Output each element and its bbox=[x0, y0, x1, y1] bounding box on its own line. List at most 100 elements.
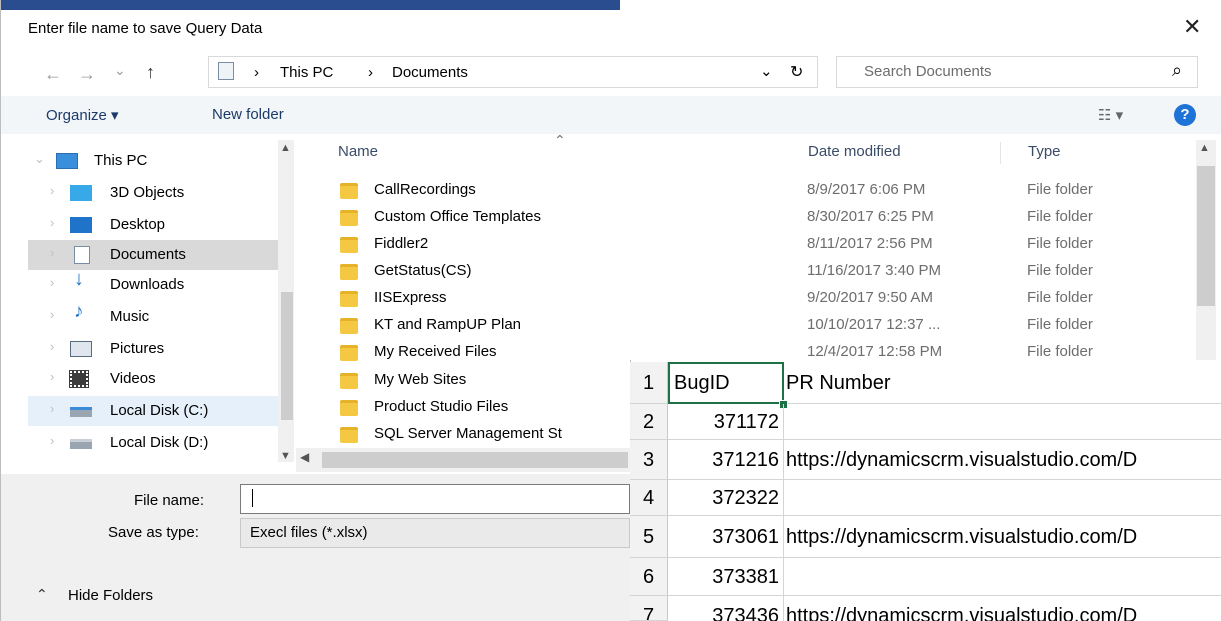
sidebar-item-label: Local Disk (D:) bbox=[110, 434, 209, 451]
list-item[interactable]: Custom Office Templates 8/30/2017 6:25 PM… bbox=[340, 206, 1200, 233]
file-date: 8/11/2017 2:56 PM bbox=[807, 235, 933, 252]
row-header[interactable]: 4 bbox=[630, 480, 668, 516]
folder-icon bbox=[340, 183, 358, 199]
scroll-down-icon[interactable]: ▼ bbox=[280, 450, 291, 462]
row-header[interactable]: 3 bbox=[630, 440, 668, 480]
file-name: CallRecordings bbox=[374, 181, 476, 198]
address-dropdown-icon[interactable]: ⌄ bbox=[760, 62, 773, 80]
column-header-type[interactable]: Type bbox=[1028, 143, 1061, 160]
cell-b[interactable] bbox=[784, 480, 1221, 516]
sidebar-item-3d-objects[interactable]: › 3D Objects bbox=[28, 178, 294, 208]
sidebar-item-documents[interactable]: › Documents bbox=[28, 240, 294, 270]
cell-a[interactable]: 373436 bbox=[668, 596, 784, 621]
cell-a1[interactable]: BugID bbox=[668, 362, 784, 404]
scroll-up-icon[interactable]: ▲ bbox=[280, 142, 291, 154]
new-folder-button[interactable]: New folder bbox=[212, 106, 284, 123]
sidebar-item-pictures[interactable]: › Pictures bbox=[28, 334, 294, 364]
organize-button[interactable]: Organize ▾ bbox=[46, 106, 119, 124]
cell-b[interactable]: https://dynamicscrm.visualstudio.com/D bbox=[784, 440, 1221, 480]
chevron-right-icon[interactable]: › bbox=[50, 339, 54, 354]
cell-b[interactable]: https://dynamicscrm.visualstudio.com/D bbox=[784, 596, 1221, 621]
file-list-scrollbar-thumb[interactable] bbox=[1197, 166, 1215, 306]
view-options-button[interactable]: ☷ ▾ bbox=[1098, 106, 1123, 124]
file-name-input[interactable] bbox=[240, 484, 630, 514]
cell-b1[interactable]: PR Number bbox=[784, 362, 1221, 404]
file-type: File folder bbox=[1027, 181, 1093, 198]
chevron-up-icon[interactable]: ⌃ bbox=[36, 586, 48, 603]
chevron-right-icon[interactable]: › bbox=[50, 401, 54, 416]
cell-a[interactable]: 371216 bbox=[668, 440, 784, 480]
forward-arrow-icon[interactable]: → bbox=[78, 64, 96, 85]
sidebar-item-label: Documents bbox=[110, 246, 186, 263]
cell-a[interactable]: 371172 bbox=[668, 404, 784, 440]
drive-icon bbox=[70, 439, 92, 449]
file-name: KT and RampUP Plan bbox=[374, 316, 522, 333]
sidebar-item-downloads[interactable]: › ↓ Downloads bbox=[28, 268, 294, 300]
file-date: 9/20/2017 9:50 AM bbox=[807, 289, 933, 306]
folder-icon bbox=[340, 264, 358, 280]
sidebar-item-desktop[interactable]: › Desktop bbox=[28, 210, 294, 240]
cell-a[interactable]: 372322 bbox=[668, 480, 784, 516]
breadcrumb-this-pc[interactable]: This PC bbox=[280, 64, 333, 81]
scroll-up-icon[interactable]: ▲ bbox=[1199, 142, 1210, 154]
refresh-icon[interactable]: ↻ bbox=[790, 62, 803, 82]
chevron-right-icon[interactable]: › bbox=[50, 245, 54, 260]
sidebar-item-videos[interactable]: › Videos bbox=[28, 364, 294, 394]
sidebar-item-label: Local Disk (C:) bbox=[110, 402, 209, 419]
save-as-type-label: Save as type: bbox=[108, 524, 199, 541]
column-header-name[interactable]: Name bbox=[338, 143, 378, 160]
sidebar-scrollbar-thumb[interactable] bbox=[281, 292, 293, 420]
list-item[interactable]: Fiddler2 8/11/2017 2:56 PM File folder bbox=[340, 233, 1200, 260]
list-item[interactable]: KT and RampUP Plan 10/10/2017 12:37 ... Fi… bbox=[340, 314, 1200, 341]
document-icon bbox=[218, 62, 234, 80]
chevron-right-icon[interactable]: › bbox=[50, 275, 54, 290]
chevron-right-icon[interactable]: › bbox=[50, 307, 54, 322]
scroll-left-icon[interactable]: ◀ bbox=[300, 450, 309, 464]
cell-b[interactable]: https://dynamicscrm.visualstudio.com/D bbox=[784, 516, 1221, 558]
column-divider[interactable] bbox=[1000, 142, 1001, 164]
cell-a[interactable]: 373381 bbox=[668, 558, 784, 596]
row-header[interactable]: 2 bbox=[630, 404, 668, 440]
sidebar-item-this-pc[interactable]: ⌄ This PC bbox=[28, 146, 294, 176]
sidebar-item-local-disk-d[interactable]: › Local Disk (D:) bbox=[28, 428, 294, 458]
close-icon[interactable]: ✕ bbox=[1183, 14, 1201, 40]
list-item[interactable]: CallRecordings 8/9/2017 6:06 PM File folde… bbox=[340, 179, 1200, 206]
sidebar-item-local-disk-c[interactable]: › Local Disk (C:) bbox=[28, 396, 294, 426]
breadcrumb-separator: › bbox=[254, 64, 259, 81]
breadcrumb-documents[interactable]: Documents bbox=[392, 64, 468, 81]
column-header-date[interactable]: Date modified bbox=[808, 143, 901, 160]
sort-up-icon: ⌃ bbox=[554, 132, 566, 148]
chevron-right-icon[interactable]: › bbox=[50, 215, 54, 230]
sidebar-item-label: 3D Objects bbox=[110, 184, 185, 201]
chevron-down-icon[interactable]: ⌄ bbox=[34, 151, 45, 167]
folder-icon bbox=[340, 345, 358, 361]
recent-locations-chevron-icon[interactable]: ⌄ bbox=[114, 62, 126, 79]
row-header[interactable]: 7 bbox=[630, 596, 668, 621]
download-icon: ↓ bbox=[74, 268, 84, 290]
file-name: GetStatus(CS) bbox=[374, 262, 472, 279]
file-date: 8/30/2017 6:25 PM bbox=[807, 208, 934, 225]
file-type: File folder bbox=[1027, 343, 1093, 360]
file-name: IISExpress bbox=[374, 289, 447, 306]
row-header[interactable]: 5 bbox=[630, 516, 668, 558]
search-icon[interactable]: ⌕ bbox=[1172, 60, 1182, 81]
hide-folders-button[interactable]: Hide Folders bbox=[68, 587, 153, 604]
file-name: SQL Server Management St bbox=[374, 425, 562, 442]
folder-icon bbox=[340, 373, 358, 389]
list-item[interactable]: IISExpress 9/20/2017 9:50 AM File folder bbox=[340, 287, 1200, 314]
cell-b[interactable] bbox=[784, 558, 1221, 596]
chevron-right-icon[interactable]: › bbox=[50, 433, 54, 448]
sidebar-item-label: Downloads bbox=[110, 276, 185, 293]
row-header[interactable]: 1 bbox=[630, 362, 668, 404]
up-arrow-icon[interactable]: ↑ bbox=[146, 62, 155, 83]
cell-a[interactable]: 373061 bbox=[668, 516, 784, 558]
chevron-right-icon[interactable]: › bbox=[50, 369, 54, 384]
cell-b[interactable] bbox=[784, 404, 1221, 440]
list-item[interactable]: GetStatus(CS) 11/16/2017 3:40 PM File fold… bbox=[340, 260, 1200, 287]
sidebar-item-music[interactable]: › ♪ Music bbox=[28, 301, 294, 332]
chevron-right-icon[interactable]: › bbox=[50, 183, 54, 198]
horizontal-scrollbar-thumb[interactable] bbox=[322, 452, 628, 468]
help-icon[interactable]: ? bbox=[1174, 104, 1196, 126]
row-header[interactable]: 6 bbox=[630, 558, 668, 596]
back-arrow-icon[interactable]: ← bbox=[44, 64, 62, 85]
